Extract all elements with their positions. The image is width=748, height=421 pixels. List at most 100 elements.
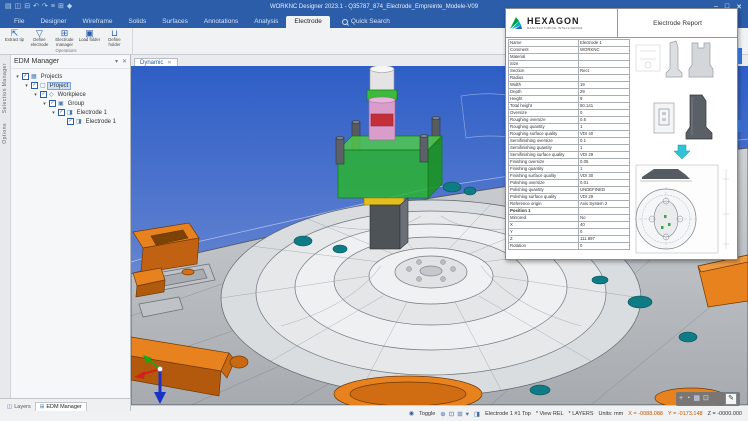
ribbon-button[interactable]: ⊞ Electrode manager: [52, 28, 77, 48]
ribbon-button[interactable]: ▽ Define electrode: [27, 28, 52, 48]
tree-item-icon: ▣: [58, 100, 64, 107]
edm-panel-title: EDM Manager: [14, 58, 59, 65]
report-row-value: [579, 208, 629, 214]
checkbox[interactable]: ✓: [31, 82, 38, 89]
panel-tab[interactable]: ◫ Layers: [3, 403, 35, 411]
quick-access-icon[interactable]: ⊞: [58, 0, 64, 13]
toggle-label[interactable]: Toggle: [419, 411, 435, 417]
report-row-label: Roughing quantity: [509, 124, 579, 130]
ribbon-tab[interactable]: Surfaces: [154, 16, 196, 28]
quick-search[interactable]: Quick Search: [342, 18, 390, 28]
ribbon-tab[interactable]: Annotations: [196, 16, 246, 28]
report-row-label: Reference origin: [509, 201, 579, 207]
tree-item[interactable]: ✓ ◨ Electrode 1: [56, 117, 130, 126]
edm-tree: ▾ ✓ ▦ Projects ▾ ✓ ▢ Project ▾ ✓ ◇ Workp…: [11, 69, 130, 126]
tree-item[interactable]: ▾ ✓ ▣ Group: [38, 99, 130, 108]
electrode-holder-render: [686, 95, 712, 139]
quick-access-icon[interactable]: ◫: [15, 0, 22, 13]
view-tool-icon[interactable]: ▦: [693, 392, 700, 406]
checkbox[interactable]: ✓: [49, 100, 56, 107]
report-row-label: Name: [509, 40, 579, 46]
panel-scroll-mark[interactable]: [738, 48, 742, 64]
ribbon-button[interactable]: ▣ Load folder: [77, 28, 102, 48]
expander-icon[interactable]: ▾: [15, 74, 20, 80]
electrode-render-side: [666, 41, 682, 77]
ribbon-tab[interactable]: Electrode: [286, 16, 329, 28]
report-row-label: Polishing surface quality: [509, 194, 579, 200]
report-row-label: Width: [509, 82, 579, 88]
ribbon-tab[interactable]: File: [6, 16, 32, 28]
quick-search-label: Quick Search: [351, 18, 390, 25]
checkbox[interactable]: ✓: [67, 118, 74, 125]
quick-access-icon[interactable]: ↶: [33, 0, 39, 13]
checkbox[interactable]: ✓: [58, 109, 65, 116]
report-row: Material: [508, 54, 630, 61]
tree-item[interactable]: ▾ ✓ ◨ Electrode 1: [47, 108, 130, 117]
report-row-value: 1: [579, 166, 629, 172]
report-row-value: 1: [579, 145, 629, 151]
toggle-icon[interactable]: ◉: [409, 410, 414, 417]
vertical-tab[interactable]: Options: [2, 123, 8, 144]
report-row: Polishing surface quality VDI 29: [508, 194, 630, 201]
status-view-icon[interactable]: ⊞: [457, 410, 462, 418]
checkbox[interactable]: ✓: [22, 73, 29, 80]
report-row: Roughing surface quality VDI 40: [508, 131, 630, 138]
tree-item-label: Workpiece: [56, 92, 88, 98]
ribbon-tab[interactable]: Analysis: [246, 16, 286, 28]
quick-access-icon[interactable]: ▤: [5, 0, 12, 13]
expander-icon[interactable]: ▾: [42, 101, 47, 107]
hexagon-brand: HEXAGON MANUFACTURING INTELLIGENCE: [506, 9, 618, 37]
status-view-icon[interactable]: ⊡: [449, 410, 454, 418]
quick-access-icon[interactable]: ≡: [51, 0, 55, 13]
ribbon-tab[interactable]: Wireframe: [75, 16, 121, 28]
view-tool-icon[interactable]: ◔: [686, 392, 690, 406]
panel-scroll-mark[interactable]: [738, 120, 742, 132]
panel-tab[interactable]: ⊞ EDM Manager: [35, 402, 87, 411]
ribbon-button[interactable]: ⇱ Extract tip: [2, 28, 27, 48]
quick-access-icon[interactable]: ↷: [42, 0, 48, 13]
edm-manager-panel: EDM Manager ▾ ✕ ▾ ✓ ▦ Projects ▾ ✓ ▢ Pro…: [11, 55, 131, 398]
quick-access-icon[interactable]: ◆: [67, 0, 72, 13]
report-row-label: Section: [509, 68, 579, 74]
tree-item-icon: ◇: [49, 91, 54, 98]
report-row-value: VDI 30: [579, 173, 629, 179]
checkbox[interactable]: ✓: [40, 91, 47, 98]
view-tool-icon[interactable]: +: [679, 392, 683, 406]
ribbon-tab[interactable]: Solids: [120, 16, 154, 28]
notes-icon[interactable]: ✎: [725, 393, 737, 405]
coordinate-y: Y = -0173.148: [668, 411, 703, 417]
report-row: Comment WORKNC: [508, 47, 630, 54]
vertical-tab[interactable]: Selection Manager: [2, 63, 8, 113]
report-row: Total height 50.141: [508, 103, 630, 110]
ribbon-button[interactable]: ⊔ Define holder: [102, 28, 127, 48]
tree-item[interactable]: ▾ ✓ ▦ Projects: [11, 72, 130, 81]
pin-icon[interactable]: ▾: [115, 58, 118, 65]
report-row: Position 1: [508, 208, 630, 215]
report-row: Section Rect: [508, 68, 630, 75]
close-icon[interactable]: ✕: [122, 58, 127, 65]
layers-label: * LAYERS: [569, 411, 594, 417]
report-row-value: 0.1: [579, 138, 629, 144]
report-row-label: Semifinishing quantity: [509, 145, 579, 151]
electrode-report-panel: HEXAGON MANUFACTURING INTELLIGENCE Elect…: [505, 8, 738, 260]
expander-icon[interactable]: ▾: [33, 92, 38, 98]
report-row-label: Polishing quantity: [509, 187, 579, 193]
view-tab-dynamic[interactable]: Dynamic ✕: [134, 58, 178, 66]
report-row-label: Rotation: [509, 243, 579, 249]
edm-panel-header: EDM Manager ▾ ✕: [11, 55, 130, 69]
status-view-icon[interactable]: ⊕: [440, 410, 445, 418]
electrode-render-front: [689, 43, 713, 77]
quick-access-icon[interactable]: ⊟: [24, 0, 30, 13]
tree-item-icon: ▦: [31, 73, 37, 80]
expander-icon[interactable]: ▾: [51, 110, 56, 116]
report-row-value: 111.897: [579, 236, 629, 242]
expander-icon[interactable]: ▾: [24, 83, 29, 89]
report-row-label: Depth: [509, 89, 579, 95]
tree-item[interactable]: ▾ ✓ ▢ Project: [20, 81, 130, 90]
view-tool-icon[interactable]: ⊡: [703, 392, 709, 406]
report-row-label: Finishing quantity: [509, 166, 579, 172]
status-view-icon[interactable]: ▾: [466, 410, 469, 418]
ribbon-tab[interactable]: Designer: [32, 16, 74, 28]
report-row: Semifinishing oversize 0.1: [508, 138, 630, 145]
tree-item[interactable]: ▾ ✓ ◇ Workpiece: [29, 90, 130, 99]
